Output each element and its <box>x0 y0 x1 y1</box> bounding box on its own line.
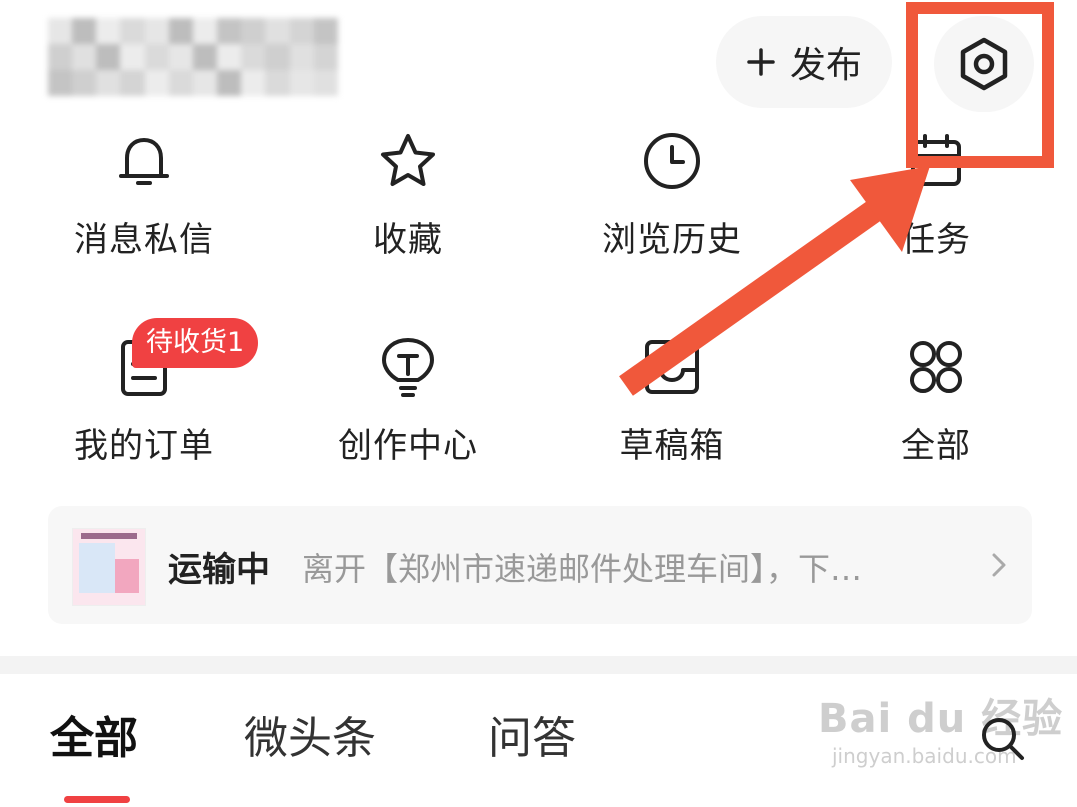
bell-icon <box>111 128 177 194</box>
logistics-status: 运输中 <box>168 550 270 590</box>
annotation-highlight-box <box>906 2 1054 168</box>
profile-page: 发布 消息私信 收藏 浏览历史 任务 我的订单 创作中心 草稿箱 全部 待收货1… <box>0 0 1077 807</box>
clock-icon <box>639 128 705 194</box>
shortcut-label: 消息私信 <box>74 220 214 260</box>
product-thumbnail <box>72 528 146 606</box>
username-pixelated <box>48 18 338 96</box>
star-icon <box>375 128 441 194</box>
publish-button[interactable]: 发布 <box>716 16 892 108</box>
search-icon[interactable] <box>978 714 1028 764</box>
shortcut-history[interactable]: 浏览历史 <box>540 128 804 261</box>
publish-label: 发布 <box>789 45 862 86</box>
shortcut-drafts[interactable]: 草稿箱 <box>540 334 804 467</box>
active-tab-indicator <box>64 796 130 803</box>
shortcut-label: 草稿箱 <box>619 426 725 466</box>
shortcut-label: 浏览历史 <box>602 220 742 260</box>
logistics-card[interactable]: 运输中 离开【郑州市速递邮件处理车间】，下… <box>48 506 1032 624</box>
tab-all[interactable]: 全部 <box>50 702 138 766</box>
lightbulb-icon <box>375 334 441 400</box>
tab-qa[interactable]: 问答 <box>488 702 576 766</box>
shortcut-creator-center[interactable]: 创作中心 <box>276 334 540 467</box>
shortcut-favorites[interactable]: 收藏 <box>276 128 540 261</box>
shortcut-label: 我的订单 <box>74 426 214 466</box>
shortcut-label: 全部 <box>901 426 971 466</box>
chevron-right-icon <box>992 553 1006 577</box>
logistics-detail: 离开【郑州市速递邮件处理车间】，下… <box>302 550 863 588</box>
plus-icon <box>747 48 775 76</box>
shortcut-messages[interactable]: 消息私信 <box>12 128 276 261</box>
section-divider <box>0 656 1077 674</box>
shortcut-label: 任务 <box>901 220 971 260</box>
shortcut-label: 收藏 <box>373 220 443 260</box>
tab-micro-posts[interactable]: 微头条 <box>244 702 376 766</box>
watermark-sub: jingyan.baidu.com <box>832 744 1017 768</box>
order-pending-badge: 待收货1 <box>132 318 259 368</box>
shortcut-all[interactable]: 全部 <box>804 334 1068 467</box>
shortcut-label: 创作中心 <box>338 426 478 466</box>
grid-icon <box>903 334 969 400</box>
drafts-icon <box>639 334 705 400</box>
